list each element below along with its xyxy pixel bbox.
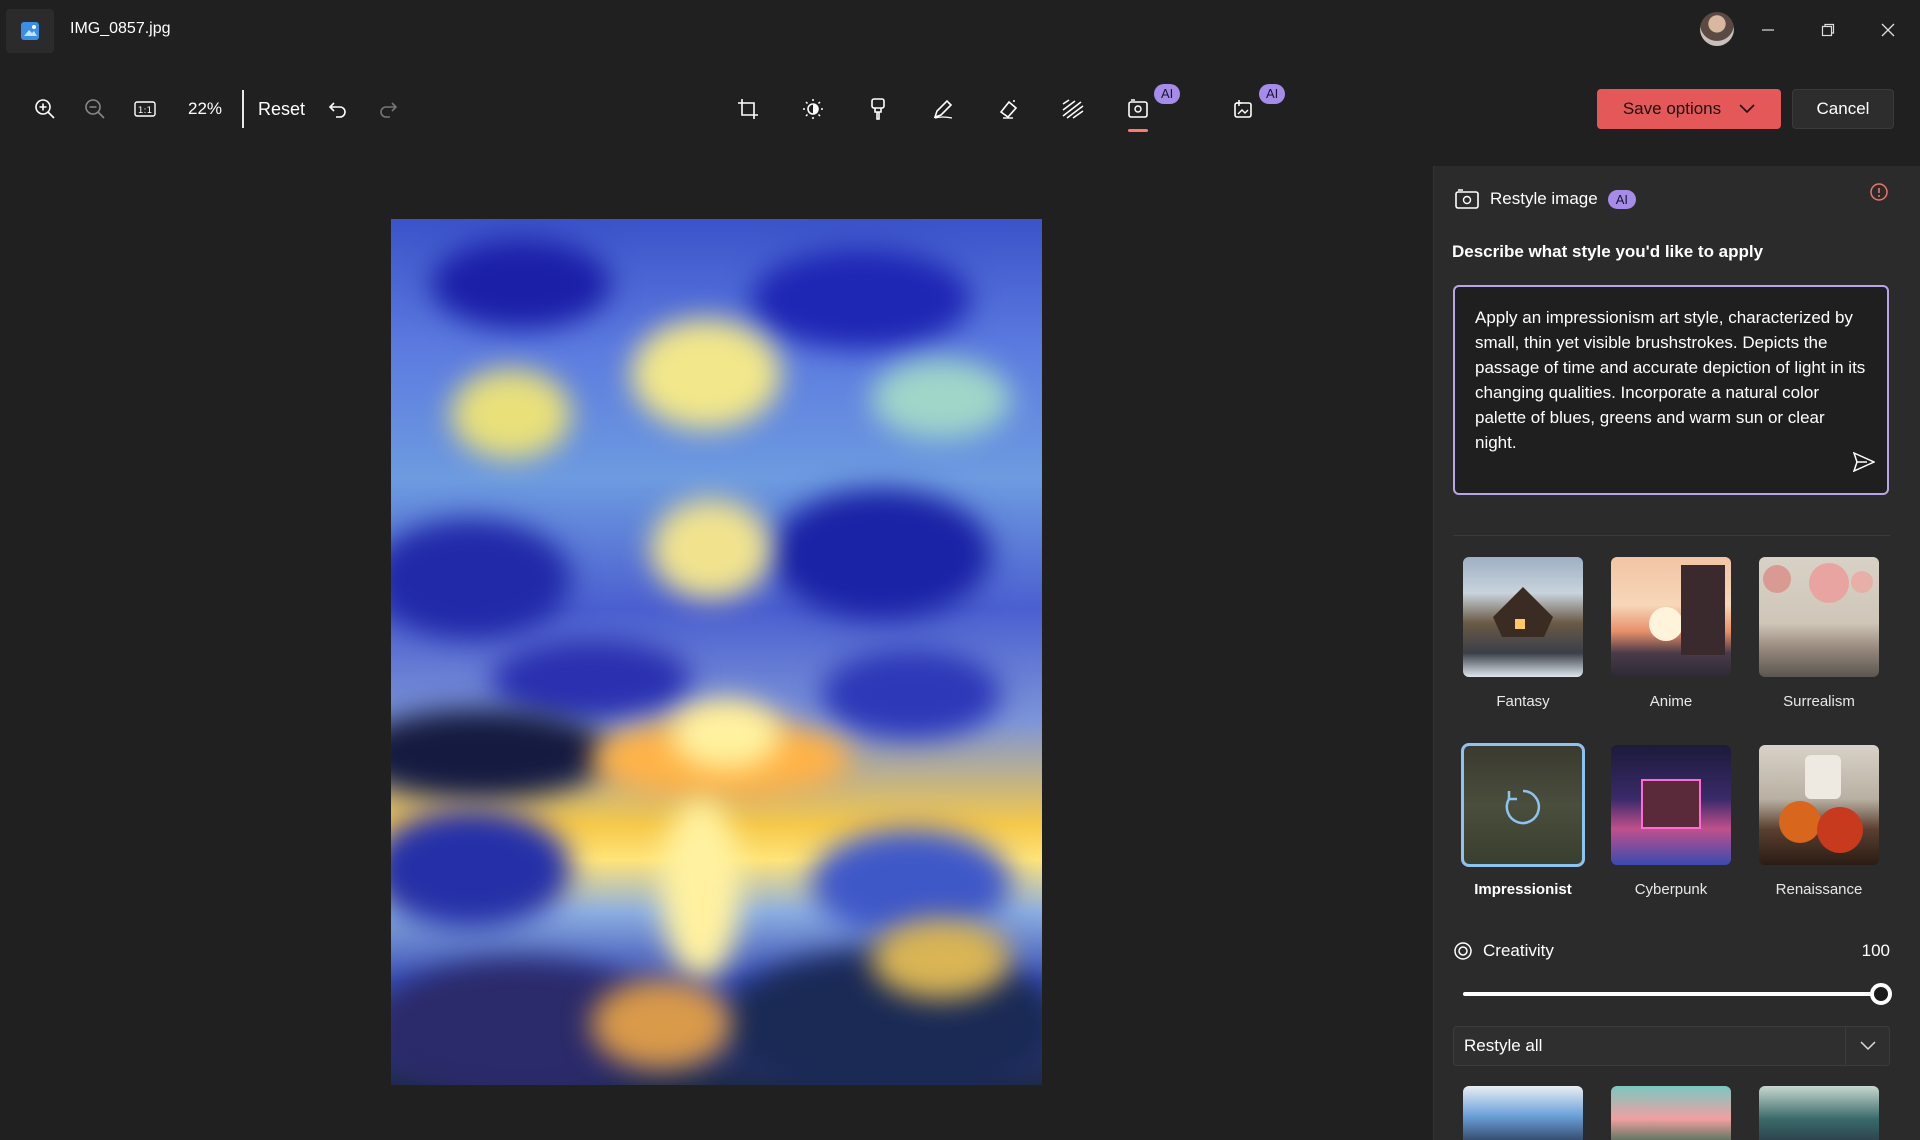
save-options-label: Save options [1622,99,1722,118]
creativity-slider-track[interactable] [1463,992,1881,996]
chevron-down-icon [1739,104,1755,114]
panel-divider [1453,535,1890,536]
window-title: IMG_0857.jpg [70,20,171,37]
style-label: Cyberpunk [1634,881,1708,898]
crop-tool[interactable] [715,86,780,132]
save-options-button[interactable]: Save options [1597,89,1781,129]
redo-button[interactable] [363,87,413,131]
creativity-value: 100 [1861,941,1890,960]
background-blur-icon [1062,99,1083,119]
account-avatar[interactable] [1700,12,1734,46]
actual-size-button[interactable]: 1:1 [120,87,170,131]
background-tool[interactable] [1040,86,1105,132]
style-thumbnail-partial[interactable] [1759,1086,1879,1140]
restore-icon [1821,23,1835,37]
close-icon [1881,23,1895,37]
style-label: Fantasy [1496,693,1550,710]
zoom-in-button[interactable] [20,87,70,131]
restore-button[interactable] [1803,10,1853,50]
renaissance-thumbnail [1759,745,1879,865]
minimize-icon [1762,29,1774,31]
restyle-scope-select[interactable]: Restyle all [1453,1026,1890,1066]
creativity-slider-thumb[interactable] [1870,983,1892,1005]
minimize-button[interactable] [1743,10,1793,50]
style-fantasy[interactable]: Fantasy [1463,557,1583,710]
loading-spinner-icon [1505,789,1541,825]
undo-icon [328,102,346,118]
ai-badge: AI [1607,189,1637,209]
style-thumbnail-partial[interactable] [1611,1086,1731,1140]
send-icon [1852,451,1876,473]
style-impressionist[interactable]: Impressionist [1461,743,1585,898]
markup-icon [933,99,952,119]
title-bar: IMG_0857.jpg [0,0,1920,60]
zoom-out-icon [85,99,105,119]
fantasy-thumbnail [1463,557,1583,677]
style-label: Surrealism [1783,693,1855,710]
photos-app-icon[interactable] [6,9,54,53]
style-label: Renaissance [1775,881,1863,898]
undo-button[interactable] [313,87,363,131]
restyle-tool[interactable]: AI [1105,84,1181,132]
restyle-icon [1127,99,1148,118]
anime-thumbnail [1611,557,1731,677]
crop-icon [737,99,758,119]
info-icon [1870,183,1888,201]
brightness-icon [802,99,823,119]
zoom-out-button[interactable] [70,87,120,131]
zoom-toolbar: 1:1 22% Reset [20,86,413,132]
creativity-row: Creativity 100 [1453,938,1890,964]
style-label: Anime [1649,693,1693,710]
style-surrealism[interactable]: Surrealism [1759,557,1879,710]
dropdown-toggle[interactable] [1845,1027,1889,1065]
actual-size-icon: 1:1 [134,101,156,117]
style-renaissance[interactable]: Renaissance [1759,745,1879,898]
cancel-button[interactable]: Cancel [1792,89,1894,129]
prompt-label: Describe what style you'd like to apply [1452,242,1764,261]
adjust-tool[interactable] [780,86,845,132]
restyle-scope-value: Restyle all [1464,1036,1543,1055]
edit-tools: AI AI [715,84,1286,132]
filter-tool[interactable] [845,86,910,132]
redo-icon [380,102,398,118]
style-prompt-input[interactable]: Apply an impressionism art style, charac… [1453,285,1889,495]
info-button[interactable] [1869,182,1889,207]
generative-fill-icon [1233,100,1252,118]
erase-icon [999,100,1017,119]
send-button[interactable] [1852,451,1876,479]
style-cyberpunk[interactable]: Cyberpunk [1611,745,1731,898]
creativity-label: Creativity [1483,941,1554,960]
edited-photo[interactable] [391,219,1042,1085]
close-button[interactable] [1863,10,1913,50]
restyle-icon [1455,189,1479,209]
filter-icon [870,98,885,120]
ai-badge: AI [1154,84,1181,104]
style-anime[interactable]: Anime [1611,557,1731,710]
toolbar-divider [242,90,244,128]
impressionist-thumbnail [1461,743,1585,867]
style-label: Impressionist [1474,881,1572,898]
generative-tool[interactable]: AI [1210,84,1286,132]
zoom-level[interactable]: 22% [170,99,240,119]
panel-title: Restyle image [1490,189,1598,208]
zoom-in-icon [35,99,55,119]
creativity-icon [1454,942,1472,960]
chevron-down-icon [1859,1041,1876,1051]
reset-button[interactable]: Reset [250,99,313,120]
surrealism-thumbnail [1759,557,1879,677]
erase-tool[interactable] [975,86,1040,132]
ai-badge: AI [1259,84,1286,104]
markup-tool[interactable] [910,86,975,132]
style-thumbnail-partial[interactable] [1463,1086,1583,1140]
prompt-text: Apply an impressionism art style, charac… [1475,308,1866,452]
panel-header: Restyle image AI [1454,182,1637,216]
svg-text:1:1: 1:1 [138,106,152,116]
cyberpunk-thumbnail [1611,745,1731,865]
